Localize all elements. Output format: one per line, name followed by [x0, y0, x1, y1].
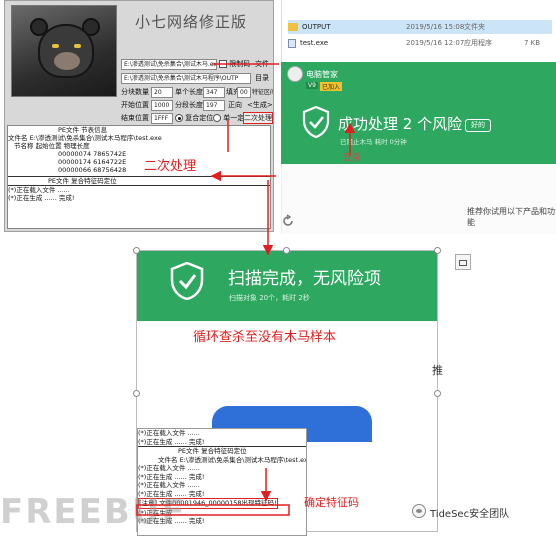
- annotation-second-process: 二次处理: [144, 159, 197, 174]
- warning-highlight-box: [136, 504, 290, 516]
- annotation-stop: 查杀: [343, 153, 362, 163]
- annotation-loop-scan: 循环查杀至没有木马样本: [193, 330, 337, 345]
- annotation-confirm: 确定特征码: [304, 496, 359, 509]
- annotation-arrows: [136, 63, 356, 516]
